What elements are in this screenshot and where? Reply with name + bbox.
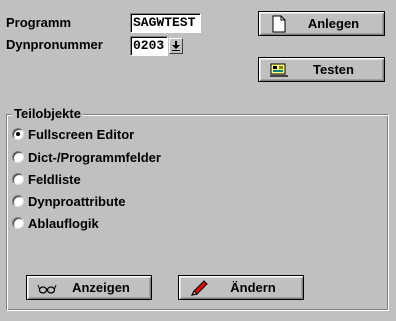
radio-label: Dict-/Programmfelder bbox=[28, 149, 161, 165]
show-button[interactable]: Anzeigen bbox=[26, 275, 152, 300]
dynpro-number-label: Dynpronummer bbox=[6, 37, 103, 52]
create-button-label: Anlegen bbox=[307, 16, 360, 31]
dynpro-number-input[interactable]: 0203 bbox=[130, 36, 168, 56]
radio-button-icon bbox=[12, 195, 24, 207]
radio-label: Ablauflogik bbox=[28, 215, 99, 231]
change-button[interactable]: Ändern bbox=[178, 275, 304, 300]
create-button[interactable]: Anlegen bbox=[258, 11, 385, 36]
radio-field-list[interactable]: Feldliste bbox=[12, 170, 81, 188]
glasses-icon bbox=[37, 284, 57, 294]
radio-label: Feldliste bbox=[28, 171, 81, 187]
document-icon bbox=[272, 15, 286, 33]
radio-dynpro-attributes[interactable]: Dynproattribute bbox=[12, 192, 126, 210]
radio-button-icon bbox=[12, 128, 24, 140]
change-button-label: Ändern bbox=[230, 280, 276, 295]
arrow-down-icon bbox=[172, 41, 180, 51]
pencil-icon bbox=[191, 280, 208, 296]
radio-label: Fullscreen Editor bbox=[28, 126, 135, 142]
test-tool-icon bbox=[270, 63, 288, 77]
test-button-label: Testen bbox=[313, 62, 354, 77]
radio-dict-program-fields[interactable]: Dict-/Programmfelder bbox=[12, 148, 161, 166]
program-input[interactable]: SAGWTEST bbox=[130, 13, 201, 33]
radio-flow-logic[interactable]: Ablauflogik bbox=[12, 214, 99, 232]
test-button[interactable]: Testen bbox=[258, 57, 385, 82]
program-label: Programm bbox=[6, 15, 72, 30]
show-button-label: Anzeigen bbox=[72, 280, 130, 295]
radio-fullscreen-editor[interactable]: Fullscreen Editor bbox=[12, 125, 134, 143]
radio-button-icon bbox=[12, 173, 24, 185]
radio-button-icon bbox=[12, 151, 24, 163]
radio-button-icon bbox=[12, 217, 24, 229]
radio-label: Dynproattribute bbox=[28, 193, 126, 209]
subobjects-title: Teilobjekte bbox=[12, 106, 83, 121]
dynpro-number-dropdown-button[interactable] bbox=[169, 38, 183, 54]
